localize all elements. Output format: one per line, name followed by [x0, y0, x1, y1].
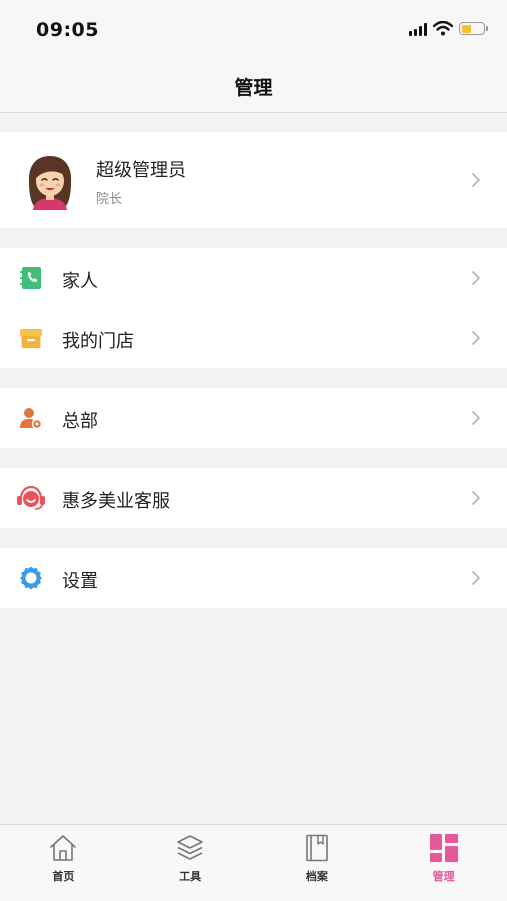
- menu-item-label: 我的门店: [62, 331, 134, 352]
- layers-icon: [177, 835, 203, 860]
- menu-item-label: 家人: [62, 271, 98, 292]
- tab-tools[interactable]: 工具: [127, 825, 254, 901]
- chevron-right-icon: [472, 571, 480, 585]
- menu-item-settings[interactable]: 设置: [0, 548, 507, 608]
- menu-item-my-store[interactable]: 我的门店: [0, 308, 507, 368]
- wifi-icon: [433, 21, 453, 36]
- user-settings-icon: [20, 408, 43, 430]
- gear-icon: [20, 566, 42, 590]
- phone-contact-book-icon: [20, 267, 41, 289]
- menu-group-2: 总部: [0, 388, 507, 448]
- tab-label: 管理: [432, 870, 455, 883]
- menu-item-label: 惠多美业客服: [62, 491, 170, 512]
- dashboard-grid-icon: [429, 834, 458, 862]
- female-avatar-icon: [28, 156, 72, 210]
- cellular-signal-icon: [409, 22, 427, 36]
- menu-item-label: 设置: [62, 571, 98, 592]
- store-box-icon: [20, 329, 42, 348]
- menu-group-3: 惠多美业客服: [0, 468, 507, 528]
- tab-archive[interactable]: 档案: [254, 825, 381, 901]
- profile-role: 院长: [96, 192, 123, 207]
- chevron-right-icon: [472, 411, 480, 425]
- menu-item-label: 总部: [62, 411, 98, 432]
- menu-item-customer-service[interactable]: 惠多美业客服: [0, 468, 507, 528]
- menu-item-headquarters[interactable]: 总部: [0, 388, 507, 448]
- tab-label: 首页: [52, 870, 75, 883]
- status-time: 09:05: [36, 19, 99, 41]
- menu-item-family[interactable]: 家人: [0, 248, 507, 308]
- book-icon: [306, 834, 328, 862]
- tab-manage[interactable]: 管理: [380, 825, 507, 901]
- bottom-tab-bar: 首页 工具 档案 管理: [0, 824, 507, 901]
- tab-label: 工具: [179, 870, 202, 883]
- tab-label: 档案: [305, 870, 328, 883]
- page-title: 管理: [234, 76, 273, 99]
- profile-card[interactable]: 超级管理员 院长: [0, 132, 507, 228]
- tab-home[interactable]: 首页: [0, 825, 127, 901]
- status-bar: 09:05: [0, 0, 507, 60]
- menu-group-1: 家人 我的门店: [0, 248, 507, 368]
- chevron-right-icon: [472, 491, 480, 505]
- navigation-bar: 管理: [0, 60, 507, 113]
- menu-group-4: 设置: [0, 548, 507, 608]
- customer-service-headset-icon: [17, 485, 45, 510]
- battery-icon: [459, 22, 488, 35]
- chevron-right-icon: [472, 331, 480, 345]
- profile-name: 超级管理员: [96, 160, 186, 181]
- status-icons: [409, 21, 488, 36]
- home-icon: [50, 835, 77, 861]
- battery-level: [461, 24, 471, 33]
- chevron-right-icon: [472, 173, 480, 187]
- chevron-right-icon: [472, 271, 480, 285]
